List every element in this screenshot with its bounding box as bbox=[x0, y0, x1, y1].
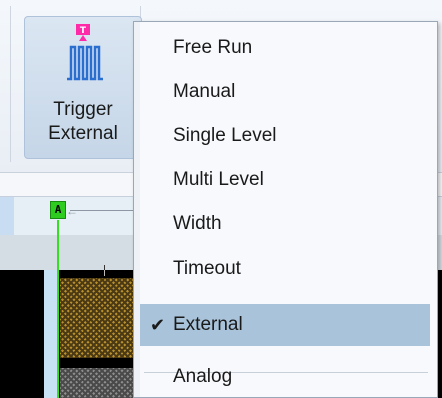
menu-item-label: Manual bbox=[173, 81, 236, 102]
menu-item-single-level[interactable]: Single Level bbox=[140, 115, 430, 157]
menu-item-free-run[interactable]: Free Run bbox=[140, 27, 430, 69]
menu-item-label: Single Level bbox=[173, 125, 277, 146]
menu-item-multi-level[interactable]: Multi Level bbox=[140, 159, 430, 201]
menu-item-manual[interactable]: Manual bbox=[140, 71, 430, 113]
menu-item-width[interactable]: Width bbox=[140, 203, 430, 245]
channel-strip bbox=[44, 270, 58, 398]
trigger-waveform-icon: T bbox=[67, 24, 103, 81]
trigger-button-label-line1: Trigger bbox=[53, 99, 113, 120]
checkmark-icon: ✔ bbox=[150, 315, 166, 335]
marker-arrow-line bbox=[70, 210, 142, 211]
left-arrow-icon: ← bbox=[66, 204, 78, 218]
menu-item-label: External bbox=[173, 314, 243, 335]
menu-item-label: Width bbox=[173, 213, 222, 234]
waveform-tick bbox=[104, 270, 105, 276]
menu-item-external[interactable]: ✔ External bbox=[140, 304, 430, 346]
svg-text:T: T bbox=[80, 26, 87, 36]
trigger-mode-button[interactable]: T Trigger External bbox=[24, 16, 142, 159]
menu-item-label: Free Run bbox=[173, 37, 253, 58]
ribbon-edge bbox=[0, 6, 11, 162]
marker-bar-strip bbox=[0, 197, 14, 235]
marker-a-cursor-line[interactable] bbox=[57, 220, 59, 398]
marker-a-tag[interactable]: A bbox=[50, 201, 66, 219]
menu-item-label: Timeout bbox=[173, 258, 241, 279]
menu-item-analog[interactable]: Analog bbox=[140, 356, 430, 398]
menu-item-label: Multi Level bbox=[173, 169, 264, 190]
menu-item-timeout[interactable]: Timeout bbox=[140, 248, 430, 290]
trigger-mode-menu: Free Run Manual Single Level Multi Level… bbox=[133, 21, 438, 398]
trigger-button-label-line2: External bbox=[48, 123, 118, 144]
menu-item-label: Analog bbox=[173, 366, 233, 387]
